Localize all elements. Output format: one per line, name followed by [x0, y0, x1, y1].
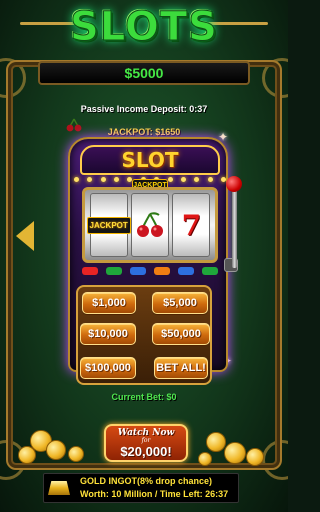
bet-100000-button[interactable]: $100,000: [80, 357, 136, 379]
jackpot-symbol: JACKPOT: [86, 216, 131, 234]
game-title: SLOTS: [70, 4, 218, 51]
coin-icon: [46, 440, 66, 460]
coin-icon: [246, 448, 264, 466]
marquee-label: SLOT: [121, 148, 179, 172]
current-bet: Current Bet: $0: [111, 392, 177, 402]
watch-reward-amount: $20,000!: [120, 443, 172, 459]
bet-10000-button[interactable]: $10,000: [80, 323, 136, 345]
coin-icon: [198, 452, 212, 466]
machine-marquee: SLOT: [80, 145, 220, 175]
reel-2: [130, 193, 169, 257]
prev-machine-arrow-icon[interactable]: [16, 221, 34, 251]
lever-icon[interactable]: [232, 186, 237, 268]
balance-value: $5000: [124, 65, 164, 81]
machine-button-orange: [154, 267, 170, 275]
cherry-icon: [136, 212, 163, 237]
reel-window: JACKPOT 7: [82, 187, 218, 263]
coin-icon: [224, 442, 246, 464]
ingot-title: GOLD INGOT(8% drop chance): [80, 476, 213, 486]
bet-all-button[interactable]: BET ALL!: [154, 357, 208, 379]
machine-button-green: [202, 267, 218, 275]
bet-50000-button[interactable]: $50,000: [152, 323, 210, 345]
reel-3: 7: [172, 193, 211, 257]
coin-icon: [206, 432, 226, 452]
coin-icon: [68, 446, 84, 462]
machine-button-red: [82, 267, 98, 275]
machine-button-green: [106, 267, 122, 275]
gold-ingot-icon: [48, 481, 70, 495]
game-screen: SLOTS $5000 Passive Income Deposit: 0:37…: [0, 0, 288, 512]
seven-symbol: 7: [181, 208, 202, 242]
gold-ingot-panel[interactable]: GOLD INGOT(8% drop chance) Worth: 10 Mil…: [43, 473, 239, 503]
bet-5000-button[interactable]: $5,000: [152, 292, 208, 314]
machine-buttons: [82, 267, 218, 277]
balance-display: $5000: [38, 61, 250, 85]
coin-icon: [18, 446, 36, 464]
watch-ad-button[interactable]: Watch Now for $20,000!: [104, 424, 188, 462]
watch-label: Watch Now: [117, 427, 175, 438]
lever-knob-icon[interactable]: [226, 176, 242, 192]
passive-income-timer: Passive Income Deposit: 0:37: [80, 104, 208, 114]
jackpot-amount: JACKPOT: $1650: [107, 127, 181, 137]
machine-button-blue: [178, 267, 194, 275]
machine-button-blue: [130, 267, 146, 275]
ingot-details: Worth: 10 Million / Time Left: 26:37: [80, 489, 229, 499]
reel-1: JACKPOT: [86, 193, 131, 257]
bet-1000-button[interactable]: $1,000: [82, 292, 136, 314]
